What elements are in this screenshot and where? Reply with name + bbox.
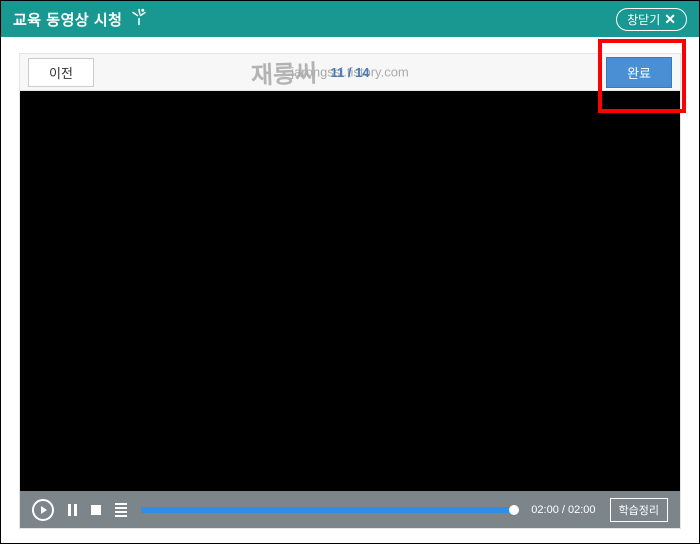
- video-player-area[interactable]: [19, 91, 681, 491]
- time-display: 02:00 / 02:00: [531, 504, 595, 516]
- title-group: 교육 동영상 시청: [13, 8, 148, 31]
- progress-thumb: [509, 505, 519, 515]
- complete-wrapper: 완료: [606, 57, 672, 88]
- window-title: 교육 동영상 시청: [13, 9, 122, 30]
- progress-bar[interactable]: [141, 507, 517, 513]
- previous-button[interactable]: 이전: [28, 58, 94, 87]
- time-total: 02:00: [568, 504, 596, 516]
- time-separator: /: [559, 504, 568, 516]
- play-button[interactable]: [32, 499, 54, 521]
- list-icon: [115, 503, 127, 517]
- stop-icon: [91, 505, 101, 515]
- page-divider: /: [344, 65, 355, 80]
- play-icon: [32, 499, 54, 521]
- summary-button[interactable]: 학습정리: [610, 498, 668, 522]
- pause-icon: [68, 504, 77, 516]
- time-current: 02:00: [531, 504, 559, 516]
- watermark-text: 재롱씨: [250, 53, 317, 90]
- close-label: 창닫기: [627, 11, 660, 28]
- list-button[interactable]: [115, 503, 127, 517]
- video-toolbar: 이전 재롱씨 jarongssi.tistory.com 11 / 14 완료: [19, 53, 681, 91]
- page-current: 11: [330, 65, 344, 80]
- pause-button[interactable]: [68, 504, 77, 516]
- main-content: 이전 재롱씨 jarongssi.tistory.com 11 / 14 완료: [1, 37, 699, 529]
- video-controls: 02:00 / 02:00 학습정리: [19, 491, 681, 529]
- page-total: 14: [355, 65, 369, 80]
- page-indicator: 11 / 14: [330, 65, 369, 80]
- star-icon: [130, 8, 148, 31]
- stop-button[interactable]: [91, 505, 101, 515]
- close-window-button[interactable]: 창닫기 ✕: [616, 8, 687, 31]
- window-header: 교육 동영상 시청 창닫기 ✕: [1, 1, 699, 37]
- close-icon: ✕: [664, 11, 676, 28]
- complete-button[interactable]: 완료: [606, 57, 672, 88]
- progress-fill: [141, 507, 517, 513]
